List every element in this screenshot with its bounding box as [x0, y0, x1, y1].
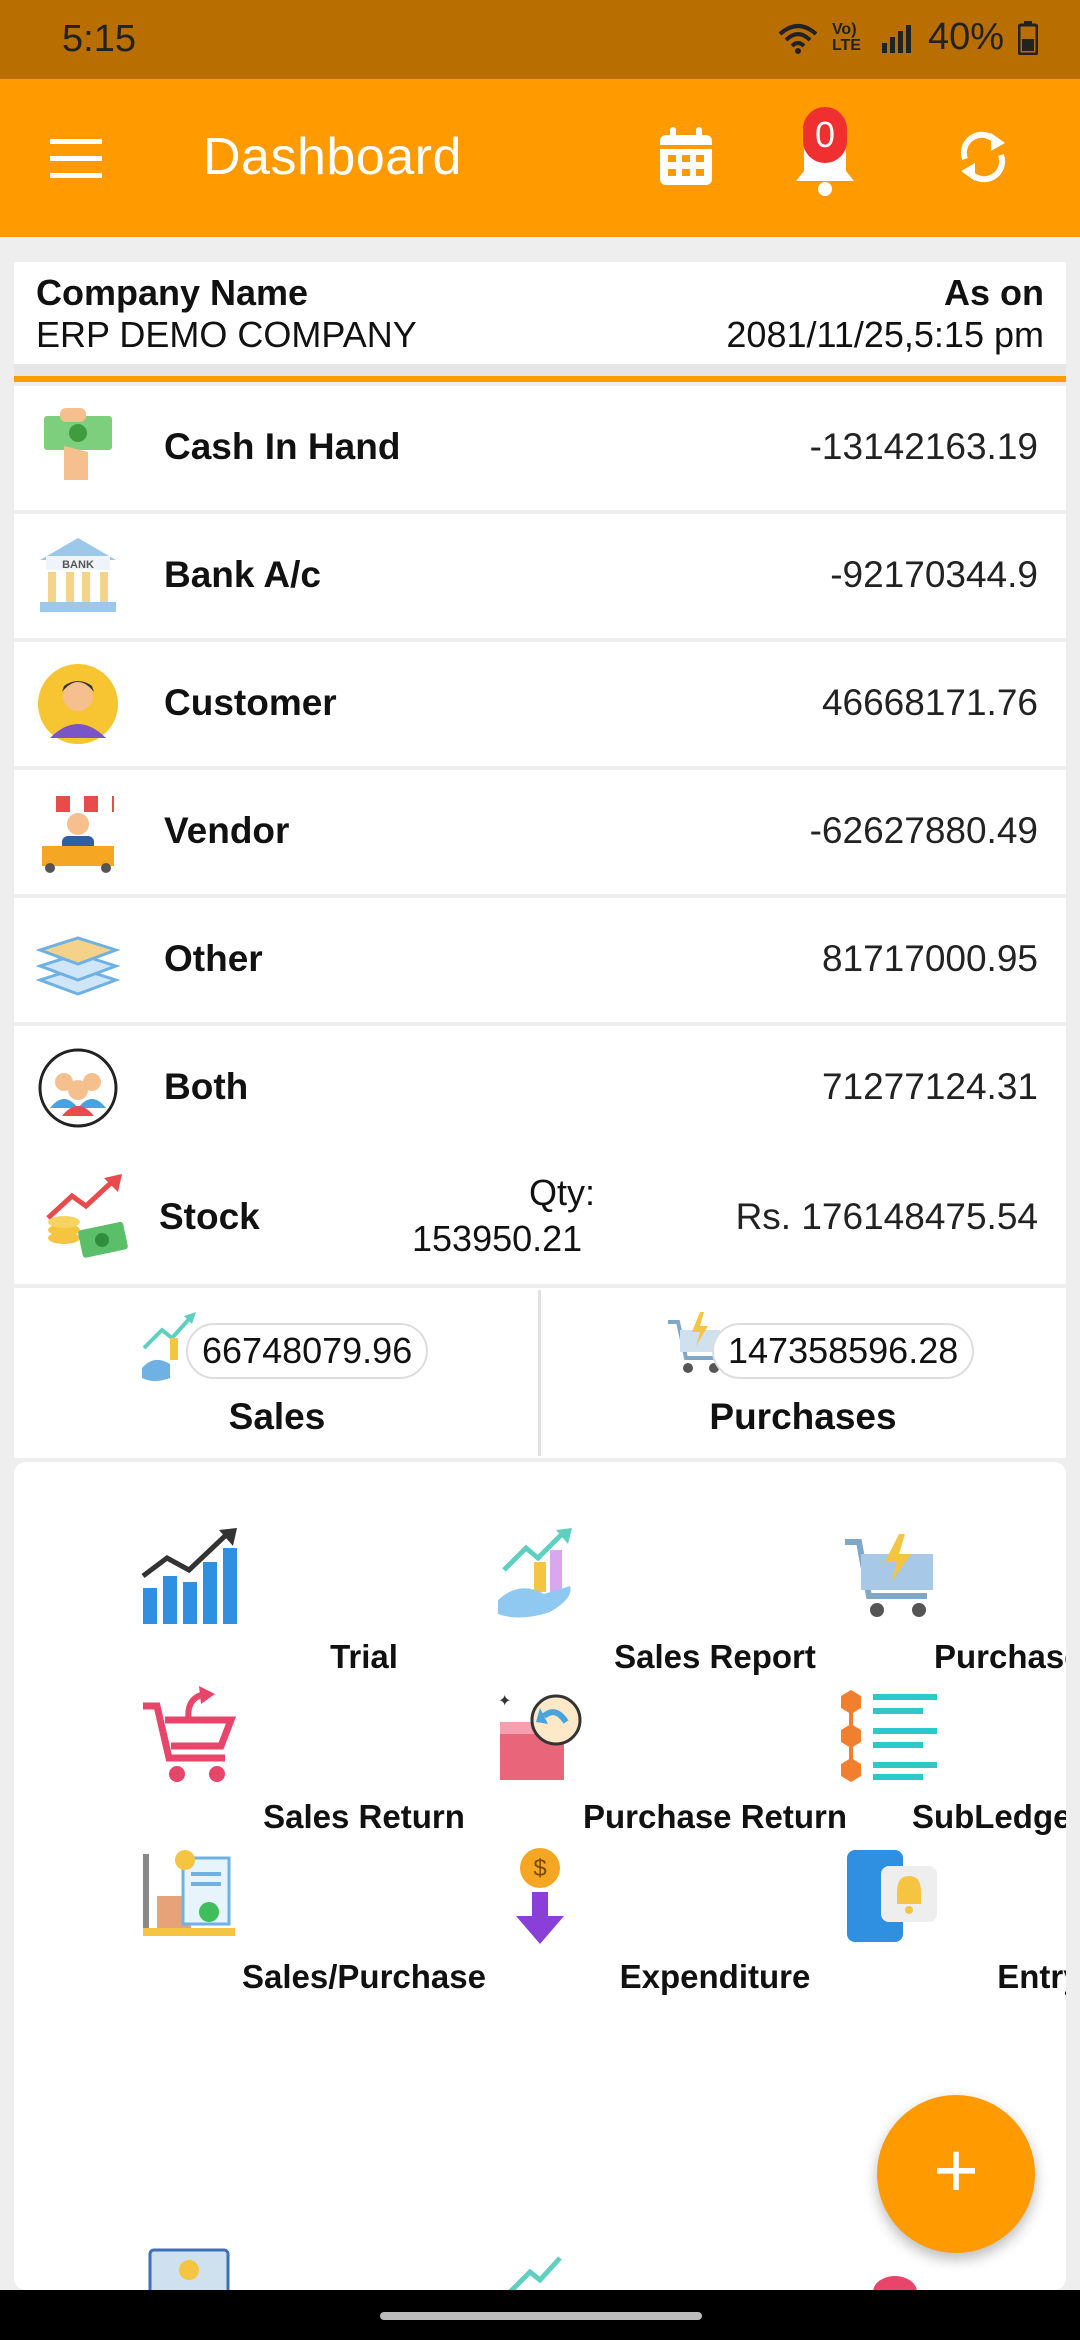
- balance-row-bank[interactable]: BANK Bank A/c -92170344.9: [14, 514, 1066, 638]
- sales-report-icon: [498, 1528, 572, 1618]
- stock-qty-value: 153950.21: [412, 1218, 583, 1259]
- menu-item-label: Purchase Report: [933, 1638, 1066, 1675]
- notifications-button[interactable]: 0: [790, 107, 860, 197]
- vendor-icon: [42, 796, 114, 873]
- sales-total: 66748079.96: [186, 1323, 429, 1379]
- battery-icon: [1018, 20, 1038, 55]
- company-name-label: Company Name: [36, 272, 309, 313]
- balance-row-customer[interactable]: Customer 46668171.76: [14, 642, 1066, 766]
- balance-label: Other: [164, 938, 263, 979]
- menu-item-label: Entry No: [997, 1958, 1066, 1995]
- trial-chart-icon: [141, 1528, 237, 1624]
- as-on-label: As on: [943, 272, 1044, 313]
- balance-amount: 46668171.76: [821, 682, 1038, 723]
- partial-money-icon: [148, 2248, 230, 2290]
- balance-amount: -13142163.19: [809, 426, 1038, 467]
- svg-text:BANK: BANK: [62, 559, 94, 571]
- balance-row-vendor[interactable]: Vendor -62627880.49: [14, 770, 1066, 894]
- svg-text:$: $: [533, 1855, 546, 1882]
- company-info: Company Name ERP DEMO COMPANY As on 2081…: [14, 262, 1066, 364]
- balance-amount: 81717000.95: [821, 938, 1038, 979]
- calendar-icon[interactable]: [658, 127, 714, 187]
- cash-in-hand-icon: [44, 408, 112, 480]
- menu-item-entry-notification[interactable]: Entry No: [716, 1846, 1066, 2066]
- balance-row-other[interactable]: Other 81717000.95: [14, 898, 1066, 1022]
- menu-item-expenditure[interactable]: $ Expenditure: [365, 1846, 810, 2066]
- bank-icon: BANK: [40, 538, 116, 612]
- customer-icon: [38, 664, 118, 744]
- subledger-list-icon: [841, 1690, 937, 1782]
- balance-row-both[interactable]: Both 71277124.31: [14, 1026, 1066, 1150]
- sales-purchase-trolley-icon: [143, 1850, 235, 1936]
- balance-label: Cash In Hand: [164, 426, 401, 467]
- add-fab-button[interactable]: +: [877, 2095, 1035, 2253]
- menu-item-sales-purchase[interactable]: Sales/Purchase: [14, 1846, 486, 2066]
- partial-icon: [873, 2276, 917, 2290]
- home-gesture-handle[interactable]: [380, 2312, 702, 2320]
- menu-icon[interactable]: [50, 139, 106, 179]
- purchases-summary[interactable]: 147358596.28 Purchases: [540, 1288, 1066, 1458]
- balance-label: Customer: [164, 682, 337, 723]
- balance-row-cash[interactable]: Cash In Hand -13142163.19: [14, 386, 1066, 510]
- page-title: Dashboard: [203, 128, 462, 186]
- stock-label: Stock: [159, 1196, 260, 1237]
- app-bar: Dashboard 0: [0, 79, 1080, 237]
- balance-amount: 71277124.31: [821, 1066, 1038, 1107]
- balance-label: Both: [164, 1066, 249, 1107]
- purchases-total: 147358596.28: [712, 1323, 975, 1379]
- svg-text:✦: ✦: [498, 1693, 511, 1710]
- sales-label: Sales: [228, 1396, 326, 1437]
- balance-label: Bank A/c: [164, 554, 321, 595]
- sales-summary[interactable]: 66748079.96 Sales: [14, 1288, 540, 1458]
- purchase-return-box-icon: ✦: [498, 1693, 582, 1780]
- expenditure-coin-icon: $: [516, 1848, 564, 1944]
- sales-return-cart-icon: [143, 1686, 237, 1782]
- balance-label: Vendor: [164, 810, 290, 851]
- company-name: ERP DEMO COMPANY: [36, 314, 417, 355]
- as-on-date: 2081/11/25,5:15 pm: [726, 314, 1044, 355]
- plus-icon: +: [933, 2126, 979, 2214]
- network-type: Vo) LTE: [831, 20, 861, 54]
- signal-icon: [881, 24, 911, 53]
- status-bar: 5:15 Vo) LTE 40%: [0, 0, 1080, 79]
- system-navigation-bar: [0, 2290, 1080, 2340]
- balance-amount: -62627880.49: [809, 810, 1038, 851]
- sync-icon[interactable]: [955, 129, 1011, 185]
- stock-qty-label: Qty:: [529, 1172, 596, 1213]
- purchase-report-cart-icon: [845, 1534, 933, 1617]
- layers-icon: [36, 936, 120, 996]
- status-time: 5:15: [62, 18, 136, 60]
- balance-amount: -92170344.9: [830, 554, 1038, 595]
- entry-notification-phone-icon: [847, 1850, 937, 1942]
- divider: [14, 364, 1066, 376]
- purchases-label: Purchases: [709, 1396, 897, 1437]
- stock-amount: Rs. 176148475.54: [735, 1196, 1038, 1237]
- wifi-icon: [778, 23, 818, 54]
- menu-item-label: SubLedger Balance: [911, 1798, 1066, 1835]
- notification-badge: 0: [803, 107, 847, 163]
- battery-percent: 40%: [927, 16, 1004, 58]
- stock-row[interactable]: Stock Qty: 153950.21 Rs. 176148475.54: [14, 1150, 1066, 1284]
- accent-divider: [14, 376, 1066, 382]
- group-icon: [38, 1048, 118, 1128]
- sales-purchases-summary: 66748079.96 Sales 147358596.28 Purchases: [14, 1288, 1066, 1458]
- stock-money-growth-icon: [46, 1174, 128, 1258]
- partial-report-icon: [508, 2256, 562, 2290]
